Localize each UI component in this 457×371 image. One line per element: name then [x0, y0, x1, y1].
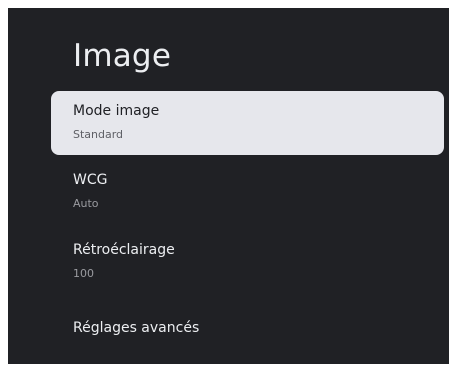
menu-item-value: Standard [73, 128, 124, 141]
menu-item-wcg[interactable]: WCG Auto [51, 160, 444, 224]
menu-item-value: 100 [73, 267, 94, 280]
menu-item-title: WCG [73, 172, 108, 188]
page-title: Image [73, 38, 172, 74]
menu-item-value: Auto [73, 197, 99, 210]
menu-item-mode-image[interactable]: Mode image Standard [51, 91, 444, 155]
settings-panel: Image Mode image Standard WCG Auto Rétro… [8, 8, 449, 364]
menu-item-reglages-avances[interactable]: Réglages avancés [51, 298, 444, 362]
menu-item-title: Mode image [73, 103, 160, 119]
menu-item-retroeclairage[interactable]: Rétroéclairage 100 [51, 230, 444, 294]
menu-item-title: Rétroéclairage [73, 242, 175, 258]
menu-item-title: Réglages avancés [73, 320, 200, 336]
